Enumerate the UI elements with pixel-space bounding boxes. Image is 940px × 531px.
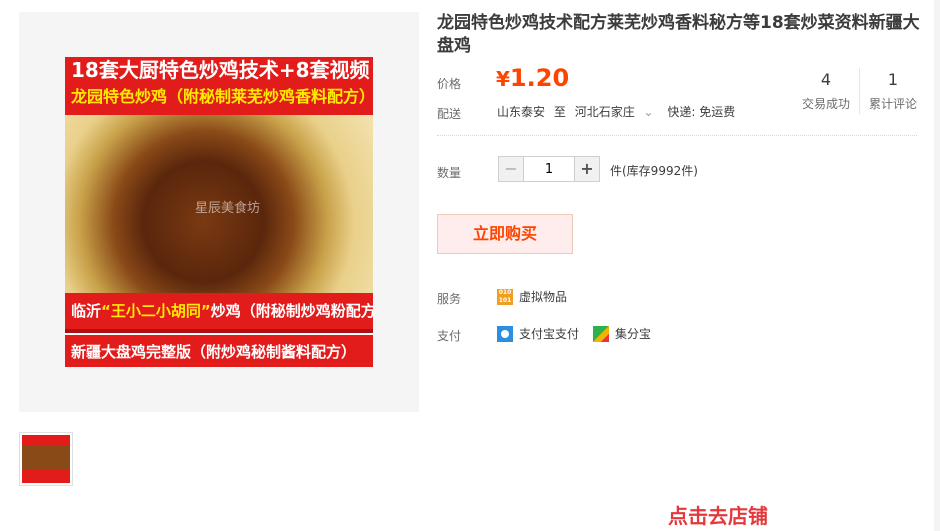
payment-label: 支付 — [437, 329, 462, 343]
shipping-info: 山东泰安 至 河北石家庄 ⌄ 快递: 免运费 — [497, 103, 740, 120]
currency-symbol: ¥ — [496, 67, 510, 91]
divider — [437, 135, 917, 136]
service-text: 虚拟物品 — [519, 290, 568, 304]
payment-method-alipay: 支付宝支付 — [519, 327, 580, 341]
express-fee: 快递: 免运费 — [667, 105, 736, 119]
service-label: 服务 — [437, 292, 462, 306]
poster-line-2: 龙园特色炒鸡（附秘制莱芜炒鸡香料配方） — [71, 87, 373, 106]
price-value: ¥1.20 — [496, 64, 569, 92]
poster-line-3: 临沂“王小二小胡同”炒鸡（附秘制炒鸡粉配方） — [65, 293, 373, 329]
main-image-container: 18套大厨特色炒鸡技术+8套视频 龙园特色炒鸡（附秘制莱芜炒鸡香料配方） 星辰美… — [19, 12, 419, 412]
service-item: 010 101 虚拟物品 — [497, 288, 567, 305]
stat-divider — [859, 68, 860, 114]
ship-to-city: 河北石家庄 — [574, 105, 635, 119]
poster-headline: 18套大厨特色炒鸡技术+8套视频 龙园特色炒鸡（附秘制莱芜炒鸡香料配方） — [65, 57, 373, 115]
stat-value: 1 — [887, 70, 899, 89]
jifenbao-icon — [593, 325, 610, 342]
thumbnail-preview — [22, 435, 70, 483]
ship-to-select[interactable]: 河北石家庄 ⌄ — [575, 105, 659, 119]
virtual-goods-icon: 010 101 — [497, 288, 513, 305]
poster-line-3-prefix: 临沂 — [71, 302, 102, 320]
stat-value: 4 — [820, 70, 832, 89]
poster-line-3-highlight: “王小二小胡同” — [101, 302, 211, 320]
stat-label: 累计评论 — [868, 97, 917, 111]
poster-line-3-suffix: 炒鸡（附秘制炒鸡粉配方） — [210, 302, 373, 320]
alipay-icon — [497, 325, 513, 342]
poster-line-4: 新疆大盘鸡完整版（附炒鸡秘制酱料配方） — [65, 333, 373, 367]
image-thumbnail[interactable] — [19, 432, 73, 486]
ship-to-word: 至 — [553, 105, 566, 119]
ship-from: 山东泰安 — [497, 105, 546, 119]
stock-text: 件(库存9992件) — [610, 164, 698, 178]
shop-link[interactable]: 点击去店铺 — [668, 500, 768, 529]
payment-method-jifenbao: 集分宝 — [615, 327, 652, 341]
quantity-input[interactable] — [524, 156, 574, 182]
quantity-stepper: − + — [498, 156, 600, 182]
product-title: 龙园特色炒鸡技术配方莱芜炒鸡香料秘方等18套炒菜资料新疆大盘鸡 — [437, 13, 920, 56]
payment-methods: 支付宝支付 集分宝 — [497, 325, 651, 342]
shipping-label: 配送 — [437, 107, 462, 121]
main-product-image[interactable]: 18套大厨特色炒鸡技术+8套视频 龙园特色炒鸡（附秘制莱芜炒鸡香料配方） 星辰美… — [65, 57, 373, 367]
stat-transactions[interactable]: 4 交易成功 — [794, 70, 858, 112]
stat-label: 交易成功 — [801, 97, 850, 111]
increase-button[interactable]: + — [574, 156, 600, 182]
chevron-down-icon: ⌄ — [643, 105, 654, 119]
decrease-button[interactable]: − — [498, 156, 524, 182]
scrollbar[interactable] — [934, 0, 940, 531]
price-amount: 1.20 — [509, 64, 570, 92]
food-photo: 星辰美食坊 — [65, 115, 373, 293]
watermark-text: 星辰美食坊 — [195, 201, 261, 216]
poster-line-1: 18套大厨特色炒鸡技术+8套视频 — [71, 58, 370, 82]
stat-reviews[interactable]: 1 累计评论 — [861, 70, 925, 112]
buy-now-button[interactable]: 立即购买 — [437, 214, 573, 254]
price-label: 价格 — [437, 77, 462, 91]
quantity-label: 数量 — [437, 166, 462, 180]
